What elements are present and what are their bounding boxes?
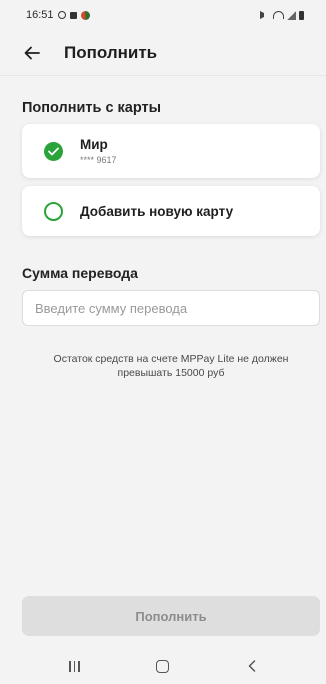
add-new-card-option[interactable]: Добавить новую карту [22, 186, 320, 236]
status-bar: 16:51 [0, 0, 326, 30]
recents-icon [69, 660, 80, 672]
wifi-icon [273, 11, 284, 19]
card-masked-number: **** 9617 [80, 155, 117, 165]
submit-button[interactable]: Пополнить [22, 596, 320, 636]
gallery-icon [69, 11, 77, 19]
note-line-2: превышать 15000 руб [117, 367, 225, 379]
arrow-left-icon [24, 46, 40, 59]
balance-limit-note: Остаток средств на счете MPPay Lite не д… [30, 352, 312, 380]
battery-icon [299, 10, 304, 20]
note-line-1: Остаток средств на счете MPPay Lite не д… [53, 353, 289, 365]
card-text: Мир **** 9617 [80, 137, 117, 165]
checkmark-glyph [48, 147, 59, 155]
page-title: Пополнить [64, 42, 158, 62]
system-nav-bar [0, 648, 326, 684]
card-section-title: Пополнить с карты [22, 100, 162, 116]
nav-recents-button[interactable] [54, 651, 94, 681]
home-icon [156, 659, 170, 673]
status-left: 16:51 [26, 9, 90, 21]
chevron-left-icon [248, 660, 255, 672]
status-right [260, 10, 304, 20]
amount-title: Сумма перевода [22, 265, 138, 281]
card-option-mir[interactable]: Мир **** 9617 [22, 124, 320, 178]
app-bar: Пополнить [0, 30, 326, 76]
at-sign-icon [57, 11, 66, 19]
add-card-label: Добавить новую карту [80, 203, 234, 219]
mute-icon [260, 11, 270, 19]
back-button[interactable] [10, 30, 54, 76]
app-notification-icon [80, 10, 90, 20]
circle-outline-icon [44, 201, 63, 221]
add-card-text: Добавить новую карту [80, 204, 233, 219]
nav-back-button[interactable] [232, 651, 272, 681]
status-time: 16:51 [26, 9, 54, 21]
check-circle-icon [44, 141, 63, 161]
amount-input[interactable] [22, 290, 320, 326]
signal-icon [287, 10, 296, 20]
card-name: Мир [80, 137, 108, 152]
nav-home-button[interactable] [143, 651, 183, 681]
